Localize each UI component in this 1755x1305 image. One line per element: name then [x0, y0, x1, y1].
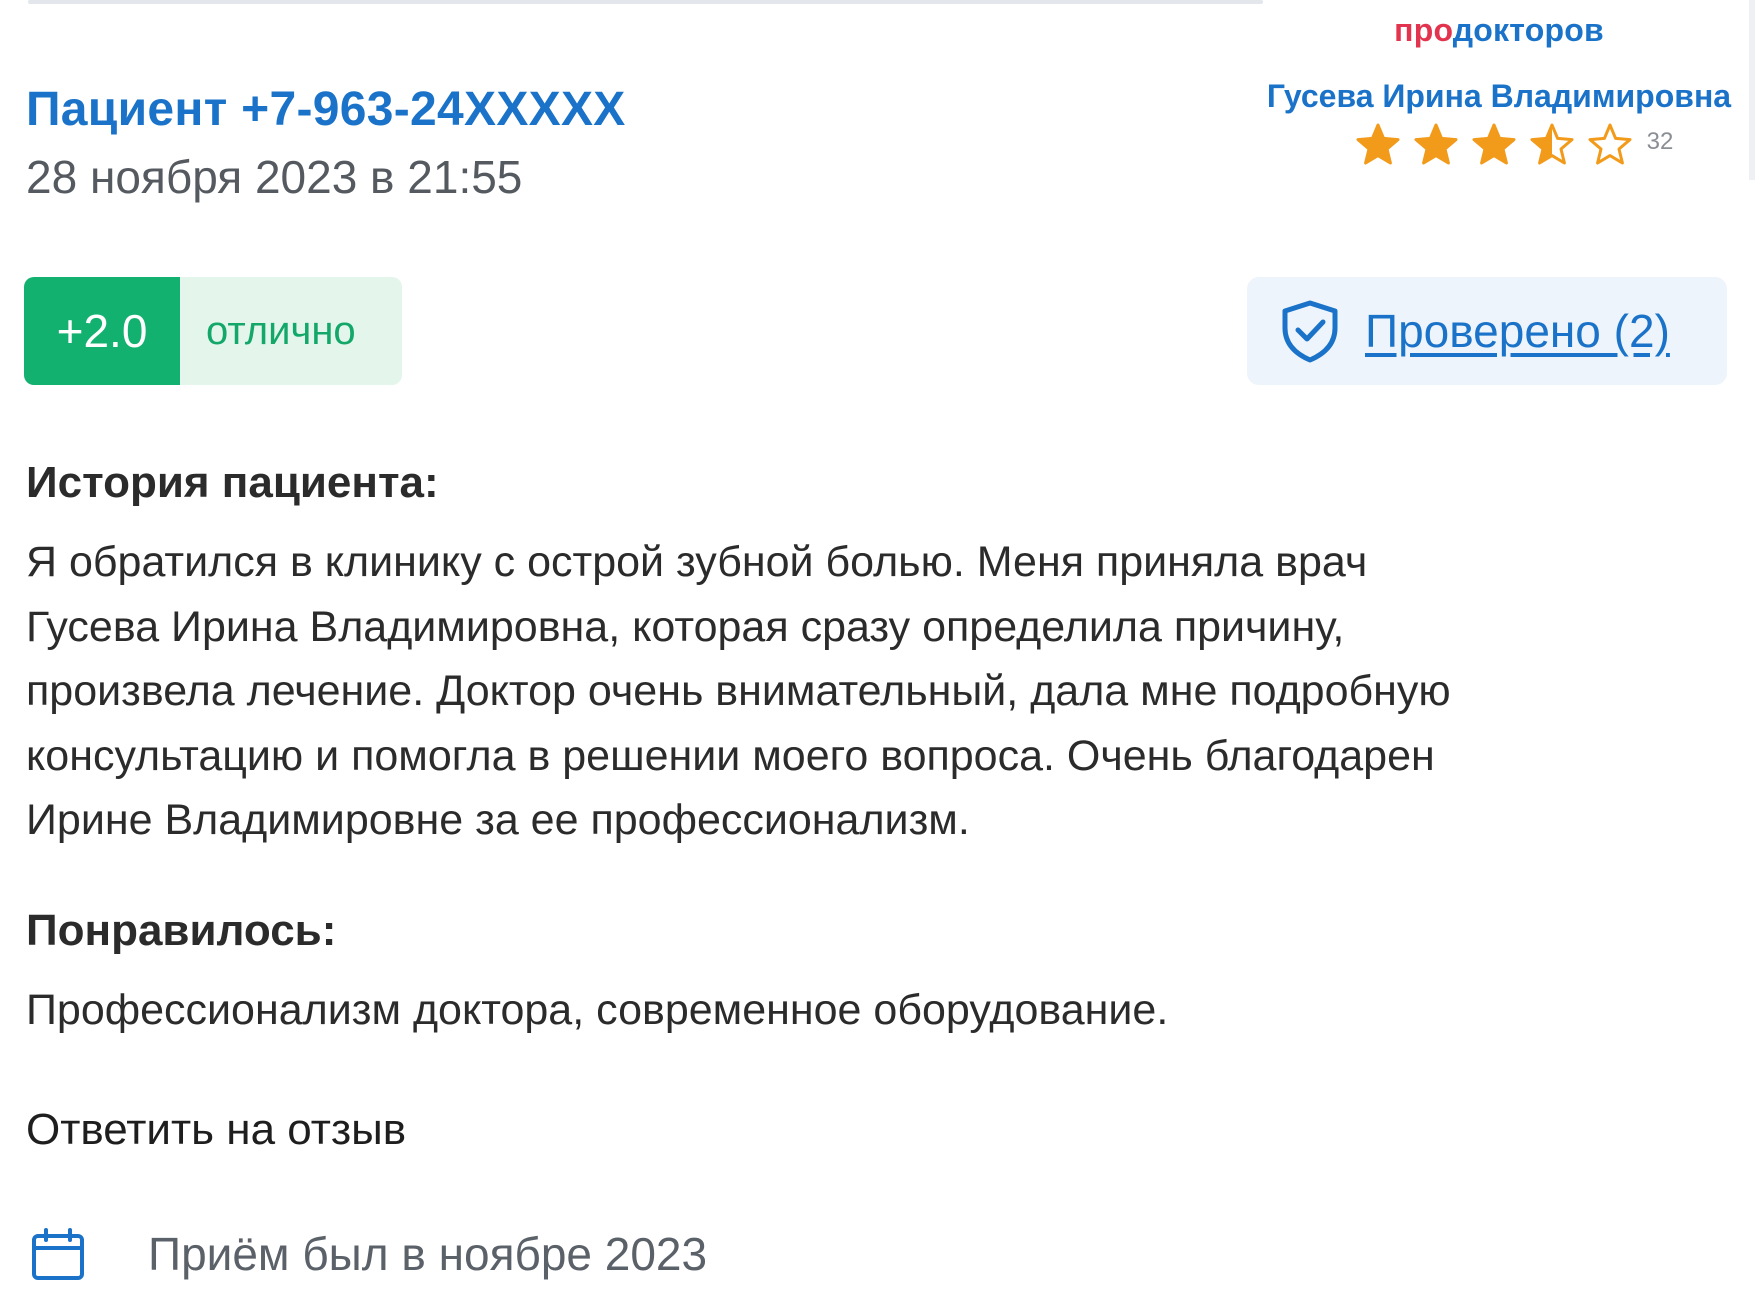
stars-container — [1355, 122, 1633, 168]
star-icon — [1414, 123, 1458, 165]
score-label: отлично — [206, 308, 356, 353]
prodoctorov-rating-widget[interactable]: продокторов Гусева Ирина Владимировна 32 — [1259, 8, 1739, 168]
history-line: Ирине Владимировне за ее профессионализм… — [26, 796, 970, 844]
history-text: Я обратился в клинику с острой зубной бо… — [26, 530, 1726, 853]
verified-button[interactable]: Проверено (2) — [1247, 277, 1727, 385]
prodoctorov-logo: продокторов — [1259, 8, 1739, 52]
doctor-name: Гусева Ирина Владимировна — [1266, 78, 1732, 114]
review-author-link[interactable]: Пациент +7-963-24XXXXX — [26, 82, 626, 137]
calendar-icon — [32, 1228, 84, 1280]
visit-date-text: Приём был в ноябре 2023 — [148, 1228, 708, 1280]
star-icon — [1472, 123, 1516, 165]
logo-part-doctors: докторов — [1452, 12, 1604, 48]
review-date: 28 ноября 2023 в 21:55 — [26, 151, 523, 203]
reply-to-review-button[interactable]: Ответить на отзыв — [26, 1105, 406, 1155]
shield-check-icon — [1282, 300, 1338, 363]
history-line: произвела лечение. Доктор очень внимател… — [26, 667, 1451, 715]
history-line: консультацию и помогла в решении моего в… — [26, 731, 1435, 780]
liked-title: Понравилось: — [26, 906, 337, 955]
liked-text: Профессионализм доктора, современное обо… — [26, 986, 1169, 1034]
star-icon — [1588, 123, 1632, 165]
history-title: История пациента: — [26, 458, 439, 507]
star-icon — [1356, 123, 1400, 165]
history-line: Я обратился в клинику с острой зубной бо… — [26, 538, 1368, 586]
score-badge: +2.0 отлично — [24, 277, 402, 385]
history-line: Гусева Ирина Владимировна, которая сразу… — [26, 602, 1345, 651]
top-divider — [28, 0, 1263, 4]
review-card: Пациент +7-963-24XXXXX 28 ноября 2023 в … — [0, 0, 1755, 1305]
visit-info: Приём был в ноябре 2023 — [30, 1226, 707, 1282]
rating-stars: 32 — [1259, 122, 1739, 168]
scrollbar-track — [1749, 0, 1755, 180]
score-value: +2.0 — [24, 277, 180, 385]
reviews-count: 32 — [1646, 128, 1674, 155]
star-icon — [1530, 123, 1574, 165]
verified-link[interactable]: Проверено (2) — [1365, 304, 1670, 358]
logo-part-pro: про — [1394, 12, 1453, 48]
